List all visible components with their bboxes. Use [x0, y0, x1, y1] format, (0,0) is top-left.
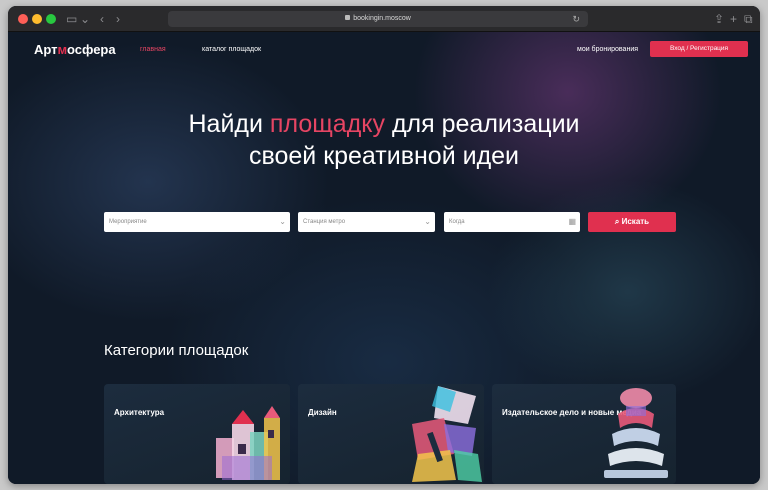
chevron-down-icon: ⌄ [279, 217, 286, 226]
hero-text: для реализации [385, 110, 580, 138]
lock-icon [345, 15, 351, 20]
page-content: Артмосфера главная каталог площадок мои … [8, 32, 760, 484]
category-card-publishing-media[interactable]: Издательское дело и новые медиа [492, 384, 676, 484]
date-field[interactable]: Когда ▦ [444, 212, 580, 232]
back-icon[interactable]: ‹ [100, 11, 104, 27]
date-placeholder: Когда [449, 219, 465, 225]
zoom-window-button[interactable] [46, 14, 56, 24]
search-button-label: Искать [621, 217, 650, 226]
categories-heading: Категории площадок [104, 342, 249, 359]
url-text: bookingin.moscow [353, 15, 411, 22]
logo-text-suffix: осфера [66, 42, 116, 57]
chevron-down-icon: ⌄ [424, 217, 431, 226]
nav-catalog-link[interactable]: каталог площадок [202, 46, 261, 53]
logo-mark: м [57, 42, 67, 57]
browser-toolbar: ▭ ⌄ ‹ › bookingin.moscow ↻ ⇪ + ⧉ [8, 6, 760, 32]
share-icon[interactable]: ⇪ [714, 11, 724, 27]
metro-select[interactable]: Станция метро ⌄ [298, 212, 435, 232]
site-logo[interactable]: Артмосфера [34, 42, 116, 57]
search-button[interactable]: ⌕ Искать [588, 212, 676, 232]
reload-icon[interactable]: ↻ [572, 11, 580, 27]
publishing-illustration [604, 388, 668, 478]
hero-accent-word: площадку [269, 110, 386, 138]
calendar-icon: ▦ [568, 217, 576, 226]
chevron-down-icon[interactable]: ⌄ [80, 11, 90, 27]
architecture-illustration [216, 406, 280, 480]
category-card-design[interactable]: Дизайн [298, 384, 484, 484]
hero-text: Найди [188, 110, 270, 138]
site-header: Артмосфера главная каталог площадок мои … [8, 32, 760, 72]
search-icon: ⌕ [614, 217, 620, 226]
login-register-button[interactable]: Вход / Регистрация [650, 41, 748, 57]
tabs-overview-icon[interactable]: ⧉ [744, 11, 753, 27]
browser-window: ▭ ⌄ ‹ › bookingin.moscow ↻ ⇪ + ⧉ Артмосф… [8, 6, 760, 484]
hero-line-1: Найди площадку для реализации [8, 108, 760, 140]
nav-bookings-link[interactable]: мои бронирования [577, 46, 638, 53]
address-bar[interactable]: bookingin.moscow ↻ [168, 11, 588, 27]
minimize-window-button[interactable] [32, 14, 42, 24]
hero-line-2: своей креативной идеи [248, 142, 520, 170]
design-illustration [412, 386, 482, 482]
event-placeholder: Мероприятие [109, 219, 147, 225]
logo-text: Арт [34, 42, 58, 57]
nav-home-link[interactable]: главная [140, 46, 166, 53]
event-select[interactable]: Мероприятие ⌄ [104, 212, 290, 232]
new-tab-icon[interactable]: + [730, 11, 737, 27]
close-window-button[interactable] [18, 14, 28, 24]
metro-placeholder: Станция метро [303, 219, 346, 225]
sidebar-icon[interactable]: ▭ [66, 11, 77, 27]
forward-icon[interactable]: › [116, 11, 120, 27]
hero-title: Найди площадку для реализации своей креа… [8, 108, 760, 172]
category-card-architecture[interactable]: Архитектура [104, 384, 290, 484]
